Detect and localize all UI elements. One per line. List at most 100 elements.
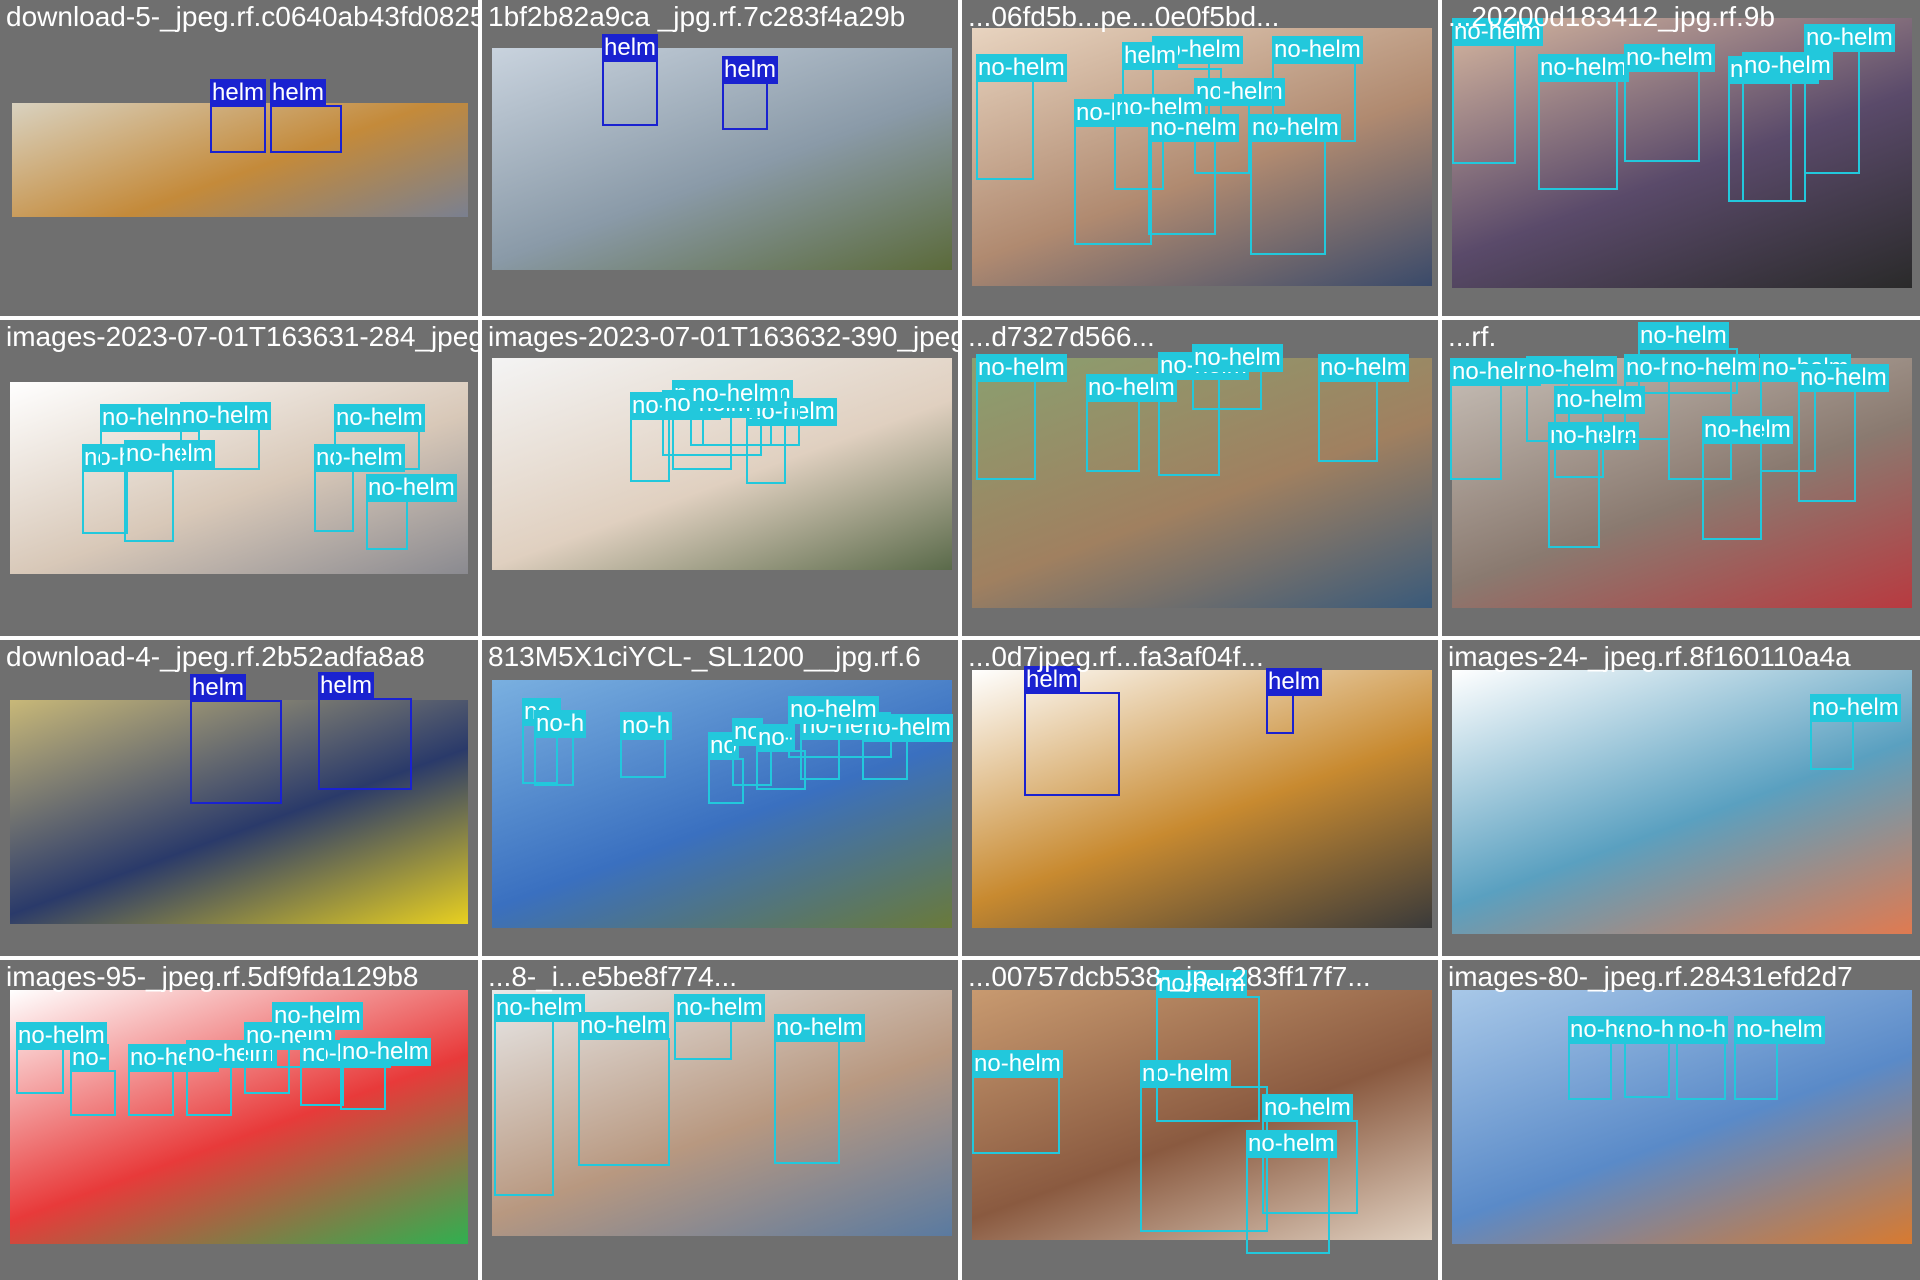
box-label: helm [318,672,375,700]
no-helm-box: no-helm [1798,364,1889,502]
box-label: no-h [534,710,587,738]
tile-title: download-4-_jpeg.rf.2b52adfa8a8 [6,641,425,672]
no-helm-box: no-h [620,712,673,778]
box-label: no-helm [1554,386,1645,414]
helm-box: helm [722,56,779,130]
no-helm-box: no-helm [124,440,215,542]
no-helm-box: no-helm [1810,694,1901,770]
no-helm-box: no-h [1624,1016,1677,1098]
box-label: no-helm [578,1012,669,1040]
no-helm-box: no-helm [1638,322,1738,394]
no-helm-box: no-h [1676,1016,1729,1100]
box-label: no-helm [1526,356,1617,384]
grid-tile: no-helm no-helm no-helm no-helm ...8-_i...e5… [482,960,958,1280]
box-label: no-helm [100,404,191,432]
no-helm-box: no-helm [16,1022,107,1094]
no-helm-box: no-helm [334,404,425,470]
grid-tile: no-helm no-no-helm no-helm no-helm no-helm no… [0,960,478,1280]
box-label: no-helm [366,474,457,502]
box-label: no-helm [1638,322,1729,350]
box-label: no-helm [674,994,765,1022]
box-label: no-h [1624,1016,1677,1044]
helm-box: helm [210,79,267,153]
box-label: no-helm [690,380,781,408]
no-helm-box: no-helm [976,354,1067,480]
box-label: no-helm [1798,364,1889,392]
no-helm-box: no-helm [1554,386,1645,478]
no-helm-box: no-helm [976,54,1067,180]
tile-title: ...06fd5b...pe...0e0f5bd... [968,1,1280,32]
no-helm-box: no-helm [774,1014,865,1164]
box-label: helm [602,34,659,62]
tile-title: ...rf. [1448,321,1497,352]
box-label: no-helm [976,54,1067,82]
tile-title: 1bf2b82a9ca _jpg.rf.7c283f4a29b [488,1,906,32]
box-label: no-helm [1318,354,1409,382]
box-label: no-helm [774,1014,865,1042]
no-helm-box: no-helm [788,696,892,758]
grid-tile: no-no-hno-hnonono-helmno-helmno-no-helm8… [482,640,958,956]
box-label: no- [70,1044,109,1072]
grid-tile: no-helmno-helmno-helmno-helmno-helm...d7… [962,320,1438,636]
box-label: no-h [620,712,673,740]
box-label: no-helm [494,994,585,1022]
box-label: no-helm [1262,1094,1353,1122]
tile-title: images-80-_jpeg.rf.28431efd2d7 [1448,961,1853,992]
grid-tile: no-helmno-helmno-helmno-helmno-helmno-he… [1442,320,1920,636]
no-helm-box: no-helm [1538,54,1629,190]
no-helm-box: no-helm [1246,1130,1337,1254]
box-label: no-h [1676,1016,1729,1044]
no-helm-box: no-helm [972,1050,1063,1154]
no-helm-box: no-helm [82,444,173,534]
tile-title: ...20200d183412_jpg.rf.9b [1448,1,1775,32]
box-label: helm [190,674,247,702]
no-helm-box: no-helm [674,994,765,1060]
grid-tile: no-helmno-helmno-helmno-helmno-helmno-he… [482,320,958,636]
no-helm-box: no-helm [1452,18,1543,164]
helm-box: helm [1024,666,1120,796]
box-label: no-helm [1538,54,1629,82]
tile-title: images-24-_jpeg.rf.8f160110a4a [1448,641,1851,672]
no-helm-box: no-helm [1804,24,1895,174]
box-label: helm [722,56,779,84]
no-helm-box: no-helm [1702,416,1793,540]
box-label: helm [270,79,327,107]
no-helm-box: no-helm [272,1002,363,1068]
box-label: no-helm [788,696,879,724]
grid-tile: no-helmno-helmno-helmno-helmno-helmno-he… [962,0,1438,316]
no-helm-box: no- [70,1044,116,1116]
no-helm-box: no-helm [1192,344,1283,410]
no-helm-box: no-helm [180,402,271,470]
grid-tile: no-helmno-helmno-helmno-helmno-helmno-he… [0,320,478,636]
box-label: no-helm [1810,694,1901,722]
box-label: no-helm [180,402,271,430]
no-helm-box: no-helm [494,994,585,1196]
no-helm-box: no-h [534,710,587,786]
box-label: no-helm [340,1038,431,1066]
box-label: no-helm [1246,1130,1337,1158]
tile-title: images-2023-07-01T163631-284_jpeg.rf.6b [6,321,478,352]
box-label: no-helm [1192,344,1283,372]
no-helm-box: no-helm [1318,354,1409,462]
tile-title: ...d7327d566... [968,321,1155,352]
grid-tile: no-helm no-helm no-helm no-helm no-helm ...00… [962,960,1438,1280]
grid-tile: no-helm images-24-_jpeg.rf.8f160110a4a [1442,640,1920,956]
no-helm-box: no-helm [1114,94,1205,190]
no-helm-box: no-helm [1156,970,1260,1122]
no-helm-box: no-helm [1742,52,1833,202]
no-helm-box: no-helm [1624,44,1715,162]
grid-tile: no-helmno-helmno-helmno-helmno-helmno-he… [1442,0,1920,316]
tile-title: ...00757dcb538-_jp...283ff17f7... [968,961,1371,992]
no-helm-box: no-helm [186,1040,277,1116]
no-helm-box: no-helm [1450,358,1541,480]
no-helm-box: no-helm [340,1038,431,1110]
no-helm-box: no-helm [1272,36,1363,142]
no-helm-box: no-helm [300,1040,391,1106]
no-helm-box: no-helm [366,474,457,550]
helm-box: helm [1266,668,1323,734]
box-label: no-helm [334,404,425,432]
tile-title: download-5-_jpeg.rf.c0640ab43fd082542904… [6,1,478,32]
box-label: no-helm [1272,36,1363,64]
grid-tile: helm helm download-5-_jpeg.rf.c0640ab43fd0… [0,0,478,316]
grid-tile: no-helm no-h no-h no-helm images-80-_jpeg.rf… [1442,960,1920,1280]
